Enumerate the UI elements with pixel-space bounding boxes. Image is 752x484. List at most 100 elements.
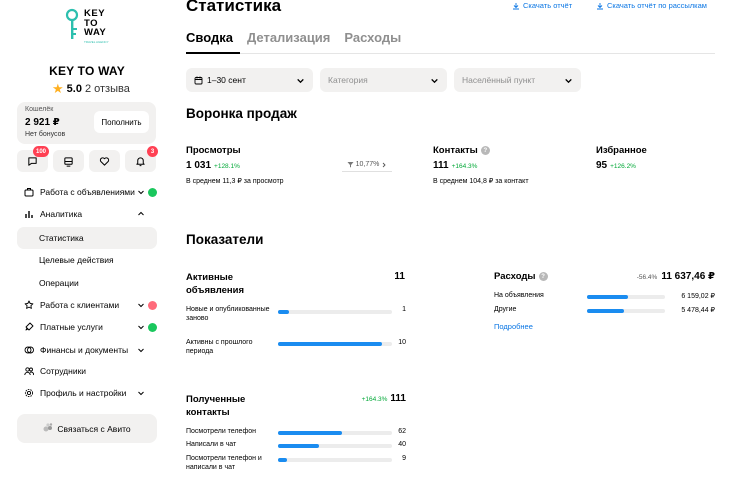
expenses-row-other-value: 5 478,44 ₽ bbox=[681, 307, 715, 314]
status-dot-green bbox=[148, 187, 157, 197]
logo-word-3: WAY bbox=[84, 27, 107, 38]
contacts-row-phone-label: Посмотрели телефон bbox=[186, 428, 256, 435]
chevron-down-icon bbox=[431, 78, 438, 83]
sidebar-item-analytics[interactable]: Аналитика bbox=[17, 203, 157, 225]
tab-expenses[interactable]: Расходы bbox=[344, 30, 401, 45]
messages-button[interactable]: 100 bbox=[17, 146, 50, 172]
avito-logo-icon bbox=[43, 423, 53, 434]
download-report-link[interactable]: Скачать отчёт bbox=[512, 1, 572, 10]
city-select[interactable]: Населённый пункт bbox=[454, 68, 581, 92]
contacts-row-phone-value: 62 bbox=[398, 428, 406, 435]
sidebar-item-paid[interactable]: Платные услуги bbox=[17, 316, 157, 338]
bar-fill bbox=[587, 295, 629, 299]
wallet-bonus: Нет бонусов bbox=[25, 131, 66, 138]
expenses-row-other-label: Другие bbox=[494, 306, 517, 313]
expenses-row-other-bar bbox=[587, 309, 665, 313]
messages-badge: 100 bbox=[33, 146, 50, 157]
contacts-row-chat-value: 40 bbox=[398, 441, 406, 448]
city-placeholder: Населённый пункт bbox=[462, 75, 536, 85]
favorites-button[interactable] bbox=[89, 150, 120, 172]
help-icon[interactable]: ? bbox=[480, 146, 490, 155]
contacts-value: 111 bbox=[433, 160, 449, 171]
tab-summary[interactable]: Сводка bbox=[186, 30, 233, 45]
sidebar-item-label: Работа с клиентами bbox=[40, 300, 120, 310]
views-metric: 1 031 +128.1% bbox=[186, 160, 240, 171]
tab-active-indicator bbox=[186, 52, 240, 54]
tabs: Сводка Детализация Расходы bbox=[186, 30, 401, 45]
wallet: Кошелёк 2 921 ₽ Нет бонусов Пополнить bbox=[17, 102, 156, 144]
notifications-badge: 3 bbox=[147, 146, 158, 157]
tab-details[interactable]: Детализация bbox=[247, 30, 330, 45]
rocket-icon bbox=[24, 322, 34, 332]
sidebar-item-ads[interactable]: Работа с объявлениями bbox=[17, 181, 157, 203]
expenses-metric: -56.4% 11 637,46 ₽ bbox=[560, 271, 715, 282]
sidebar-item-profile[interactable]: Профиль и настройки bbox=[17, 382, 157, 404]
chevron-up-icon bbox=[137, 210, 145, 218]
sidebar-item-label: Платные услуги bbox=[40, 322, 103, 332]
chevron-down-icon bbox=[137, 188, 145, 196]
contacts-header: Контакты ? bbox=[433, 145, 490, 156]
download-mailing-link[interactable]: Скачать отчёт по рассылкам bbox=[596, 1, 707, 10]
period-select[interactable]: 1–30 сент bbox=[186, 68, 313, 92]
sidebar-item-targets[interactable]: Целевые действия bbox=[17, 249, 157, 271]
contacts-title: Контакты bbox=[433, 145, 478, 156]
sidebar-item-label: Работа с объявлениями bbox=[40, 187, 135, 197]
favorites-delta: +126.2% bbox=[610, 163, 636, 170]
sidebar-item-statistics[interactable]: Статистика bbox=[17, 227, 157, 249]
notifications-button[interactable]: 3 bbox=[125, 146, 158, 172]
download-icon bbox=[597, 2, 603, 9]
gear-icon bbox=[24, 388, 34, 398]
conversion-rate[interactable]: 10,77% bbox=[342, 158, 392, 172]
orders-button[interactable] bbox=[53, 150, 84, 172]
expenses-row-ads-bar bbox=[587, 295, 665, 299]
sidebar-item-clients[interactable]: Работа с клиентами bbox=[17, 294, 157, 316]
download-icon bbox=[513, 2, 519, 9]
download-mailing-label: Скачать отчёт по рассылкам bbox=[607, 1, 707, 10]
bar-fill bbox=[587, 309, 624, 313]
active-row-prev-value: 10 bbox=[398, 339, 406, 346]
active-row-new-label: Новые и опубликованные заново bbox=[186, 306, 270, 322]
chevron-down-icon bbox=[137, 301, 145, 309]
expenses-more-link[interactable]: Подробнее bbox=[494, 322, 533, 331]
chevron-down-icon bbox=[137, 346, 145, 354]
chevron-down-icon bbox=[137, 323, 145, 331]
logo-subtitle: TRAVEL AGENCY bbox=[84, 40, 109, 44]
coins-icon bbox=[24, 345, 34, 355]
shop-name[interactable]: KEY TO WAY bbox=[0, 64, 174, 78]
contact-avito-label: Связаться с Авито bbox=[57, 423, 131, 434]
star-outline-icon bbox=[24, 300, 34, 310]
heart-icon bbox=[99, 156, 110, 166]
favorites-metric: 95 +126.2% bbox=[596, 160, 636, 171]
sidebar-item-finance[interactable]: Финансы и документы bbox=[17, 339, 157, 361]
contacts-row-both-label: Посмотрели телефон и написали в чат bbox=[186, 455, 262, 471]
period-value: 1–30 сент bbox=[207, 75, 246, 85]
rating[interactable]: ★ 5.0 2 отзыва bbox=[52, 81, 130, 97]
active-ads-title: Активные объявления bbox=[186, 272, 245, 296]
views-title: Просмотры bbox=[186, 145, 241, 156]
sidebar-item-staff[interactable]: Сотрудники bbox=[17, 360, 157, 382]
category-select[interactable]: Категория bbox=[320, 68, 447, 92]
expenses-header: Расходы ? bbox=[494, 271, 548, 282]
category-placeholder: Категория bbox=[328, 75, 368, 85]
funnel-icon bbox=[347, 162, 354, 168]
expenses-title: Расходы bbox=[494, 271, 536, 282]
topup-button[interactable]: Пополнить bbox=[94, 111, 149, 133]
views-value: 1 031 bbox=[186, 160, 212, 171]
star-icon: ★ bbox=[52, 81, 64, 96]
received-contacts-title: Полученные контакты bbox=[186, 394, 246, 418]
contacts-row-both-value: 9 bbox=[402, 455, 406, 462]
status-dot-green bbox=[148, 322, 157, 332]
help-icon[interactable]: ? bbox=[538, 272, 548, 281]
tabs-divider bbox=[186, 53, 715, 54]
bell-icon bbox=[136, 156, 145, 166]
active-row-new-value: 1 bbox=[402, 306, 406, 313]
received-contacts-metric: +164.3% 111 bbox=[330, 393, 406, 404]
views-note: В среднем 11,3 ₽ за просмотр bbox=[186, 178, 284, 185]
contact-avito-button[interactable]: Связаться с Авито bbox=[17, 414, 157, 443]
conversion-value: 10,77% bbox=[355, 161, 380, 168]
received-contacts-delta: +164.3% bbox=[361, 396, 388, 403]
expenses-value: 11 637,46 ₽ bbox=[661, 271, 715, 282]
download-report-label: Скачать отчёт bbox=[523, 1, 573, 10]
chevron-down-icon bbox=[565, 78, 572, 83]
sidebar-item-operations[interactable]: Операции bbox=[17, 272, 157, 294]
